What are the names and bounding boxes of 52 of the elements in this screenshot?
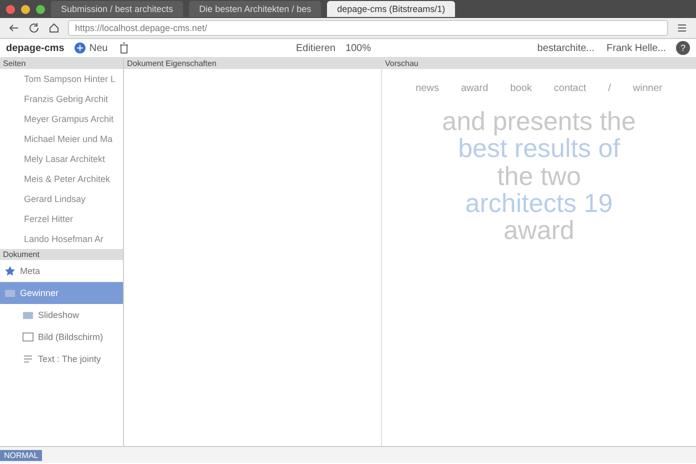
browser-tab[interactable]: Die besten Architekten / bes bbox=[189, 1, 322, 17]
page-tree-item[interactable]: Gerard Lindsay bbox=[0, 189, 123, 209]
text-icon bbox=[22, 353, 34, 365]
back-icon[interactable] bbox=[8, 22, 20, 34]
browser-tab[interactable]: depage-cms (Bitstreams/1) bbox=[327, 1, 456, 17]
home-icon[interactable] bbox=[48, 22, 60, 34]
page-tree-item[interactable]: Mely Lasar Architekt bbox=[0, 149, 123, 169]
page-tree-item[interactable]: Lando Hosefman Ar bbox=[0, 229, 123, 249]
headline-line: architects 19 bbox=[465, 190, 613, 218]
app-logo: depage-cms bbox=[6, 42, 64, 54]
document-tree-item[interactable]: Slideshow bbox=[0, 304, 123, 326]
menu-icon[interactable] bbox=[676, 22, 688, 34]
document-tree-item[interactable]: Text : The jointy bbox=[0, 348, 123, 370]
trash-icon[interactable] bbox=[118, 42, 130, 54]
nav-link[interactable]: / bbox=[608, 83, 611, 94]
close-window-icon[interactable] bbox=[6, 4, 15, 14]
editor-mode: NORMAL bbox=[0, 450, 42, 460]
reload-icon[interactable] bbox=[28, 22, 40, 34]
panel-title: Dokument bbox=[0, 249, 123, 260]
page-tree-item[interactable]: Tom Sampson Hinter L bbox=[0, 69, 123, 89]
document-tree-item[interactable]: Gewinner bbox=[0, 282, 123, 304]
nav-link[interactable]: contact bbox=[554, 83, 586, 94]
headline-line: best results of bbox=[458, 135, 620, 163]
nav-link[interactable]: award bbox=[460, 83, 488, 94]
star-icon bbox=[4, 265, 16, 277]
maximize-window-icon[interactable] bbox=[36, 4, 45, 14]
help-button[interactable]: ? bbox=[676, 41, 690, 55]
plus-icon bbox=[74, 42, 86, 54]
panel-title: Seiten bbox=[0, 58, 123, 69]
user-button[interactable]: Frank Helle... bbox=[604, 42, 668, 54]
new-button[interactable]: Neu bbox=[72, 42, 110, 54]
page-tree-item[interactable]: Ferzel Hitter bbox=[0, 209, 123, 229]
panel-title: Dokument Eigenschaften bbox=[124, 58, 381, 69]
folder-icon bbox=[4, 287, 16, 299]
nav-link[interactable]: news bbox=[416, 83, 439, 94]
panel-title: Vorschau bbox=[382, 58, 696, 69]
nav-link[interactable]: winner bbox=[632, 83, 662, 94]
edit-button[interactable]: Editieren bbox=[294, 42, 338, 54]
project-button[interactable]: bestarchite... bbox=[535, 42, 597, 54]
page-tree-item[interactable]: Michael Meier und Ma bbox=[0, 129, 123, 149]
page-tree-item[interactable]: Franzis Gebrig Archit bbox=[0, 89, 123, 109]
page-tree-item[interactable]: Meis & Peter Architek bbox=[0, 169, 123, 189]
image-icon bbox=[22, 331, 34, 343]
document-tree-item[interactable]: Bild (Bildschirm) bbox=[0, 326, 123, 348]
nav-link[interactable]: book bbox=[510, 83, 532, 94]
folder-icon bbox=[22, 309, 34, 321]
page-tree-item[interactable]: Meyer Grampus Archit bbox=[0, 109, 123, 129]
zoom-level: 100% bbox=[345, 42, 372, 54]
minimize-window-icon[interactable] bbox=[21, 4, 30, 14]
address-field[interactable]: https://localhost.depage-cms.net/ bbox=[68, 20, 668, 36]
browser-tab[interactable]: Submission / best architects bbox=[51, 1, 184, 17]
document-tree-item[interactable]: Meta bbox=[0, 260, 123, 282]
